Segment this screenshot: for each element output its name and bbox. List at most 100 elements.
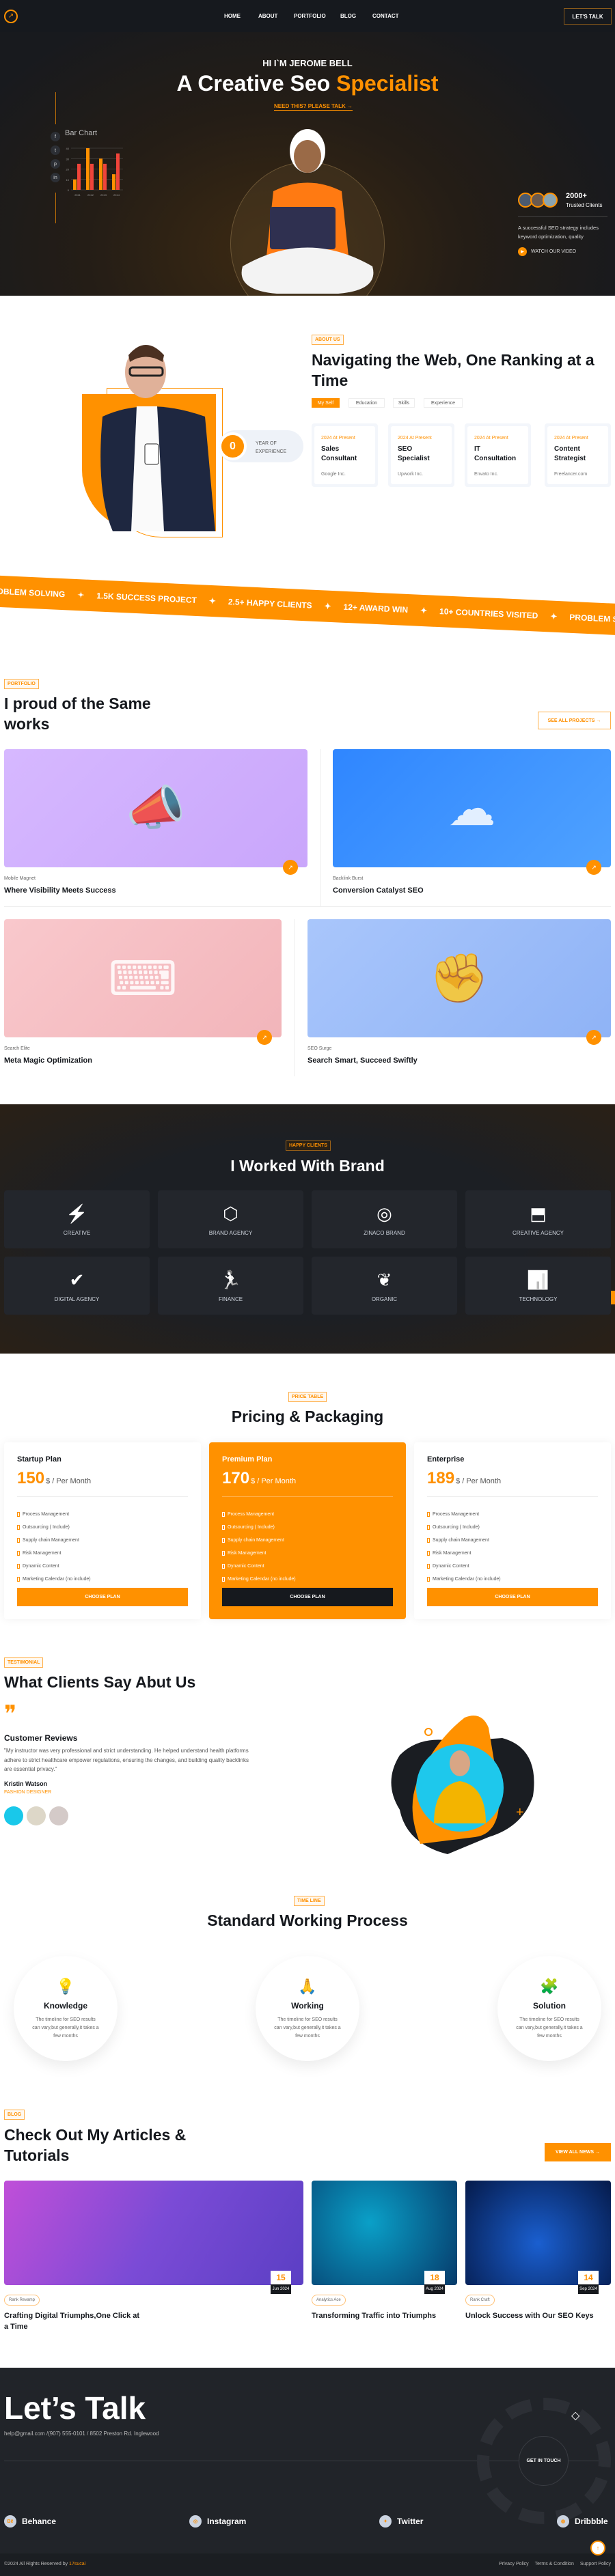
avatar[interactable] — [49, 1806, 68, 1825]
footer-links: Privacy Policy Terms & Condition Support… — [499, 2562, 611, 2566]
social-link-dribbble[interactable]: ◍ Dribbble — [557, 2515, 608, 2528]
date-month: Sep 2024 — [578, 2284, 599, 2294]
dribbble-icon: ◍ — [557, 2515, 569, 2528]
blog-image[interactable] — [312, 2181, 457, 2285]
feature-item: Supply chain Management — [17, 1534, 188, 1547]
get-in-touch-button[interactable]: GET IN TOUCH — [519, 2436, 569, 2486]
bar — [90, 163, 94, 190]
chart-logo-icon[interactable]: ↗ — [4, 10, 18, 23]
nav-home[interactable]: HOME — [224, 13, 241, 19]
feature-label: Risk Management — [228, 1551, 266, 1556]
portfolio-image[interactable]: ✊ — [308, 919, 611, 1037]
nav-about[interactable]: ABOUT — [258, 13, 277, 19]
feature-item: Marketing Calendar (no include) — [17, 1573, 188, 1586]
chart-title: Bar Chart — [65, 129, 98, 137]
x-tick-label: 2013 — [100, 193, 107, 197]
check-icon — [222, 1512, 225, 1517]
privacy-policy-link[interactable]: Privacy Policy — [499, 2562, 529, 2566]
hero-person-image — [241, 129, 374, 294]
see-all-projects-button[interactable]: SEE ALL PROJECTS → — [538, 712, 611, 729]
plan-name: Enterprise — [427, 1455, 465, 1464]
reviewer-name: Kristin Watson — [4, 1780, 48, 1787]
need-this-link[interactable]: NEED THIS? PLEASE TALK → — [274, 103, 353, 111]
arrow-button[interactable]: ↗ — [586, 1030, 601, 1045]
view-all-news-button[interactable]: VIEW ALL NEWS → — [545, 2143, 611, 2161]
plan-name: Premium Plan — [222, 1455, 273, 1464]
tab-my-self[interactable]: My Self — [312, 398, 340, 408]
arrow-button[interactable]: ↗ — [586, 860, 601, 875]
blog-category[interactable]: Rank Craft — [465, 2295, 495, 2306]
brand-logo-card[interactable]: ❦ ORGANIC — [312, 1257, 457, 1315]
pinterest-icon[interactable]: p — [51, 159, 60, 169]
brand-logo-card[interactable]: ⬒ CREATIVE AGENCY — [465, 1190, 611, 1248]
choose-plan-button[interactable]: CHOOSE PLAN — [222, 1588, 393, 1606]
nav-contact[interactable]: CONTACT — [372, 13, 399, 19]
social-link-twitter[interactable]: ✦ Twitter — [379, 2515, 423, 2528]
brand-logo-card[interactable]: ⬡ BRAND AGENCY — [158, 1190, 303, 1248]
portfolio-title-link[interactable]: Meta Magic Optimization — [4, 1056, 92, 1065]
social-link-instagram[interactable]: ◎ Instagram — [189, 2515, 246, 2528]
blog-image[interactable] — [465, 2181, 611, 2285]
linkedin-icon[interactable]: in — [51, 173, 60, 182]
tab-skills[interactable]: Skills — [393, 398, 415, 408]
footer-title: Let’s Talk — [4, 2390, 146, 2426]
arrow-button[interactable]: ↗ — [283, 860, 298, 875]
choose-plan-button[interactable]: CHOOSE PLAN — [17, 1588, 188, 1606]
nav-portfolio[interactable]: PORTFOLIO — [294, 13, 326, 19]
arrow-icon: → — [346, 103, 353, 109]
brand-logo-card[interactable]: ⚡ CREATIVE — [4, 1190, 150, 1248]
portfolio-image[interactable]: ☁ — [333, 749, 611, 867]
date-day: 14 — [578, 2271, 599, 2284]
blog-title-link[interactable]: Transforming Traffic into Triumphs — [312, 2310, 448, 2321]
feature-label: Risk Management — [23, 1551, 62, 1556]
process-title: Standard Working Process — [207, 1912, 408, 1929]
tab-experience[interactable]: Experience — [424, 398, 463, 408]
arrow-button[interactable]: ↗ — [257, 1030, 272, 1045]
nav-blog[interactable]: BLOG — [340, 13, 356, 19]
copyright-brand-link[interactable]: 17sucai — [69, 2562, 85, 2566]
blog-category[interactable]: Analytics Ace — [312, 2295, 346, 2306]
feature-label: Supply chain Management — [228, 1538, 284, 1543]
about-person-image — [100, 345, 215, 531]
step-text: The timeline for SEO results can vary,bu… — [274, 2017, 341, 2039]
portfolio-image[interactable]: 📣 — [4, 749, 308, 867]
social-link-behance[interactable]: Bē Behance — [4, 2515, 56, 2528]
blog-title-link[interactable]: Crafting Digital Triumphs,One Click at a… — [4, 2310, 141, 2332]
brand-logo-card[interactable]: 📊 TECHNOLOGY — [465, 1257, 611, 1315]
step-title: Knowledge — [43, 2001, 87, 2011]
twitter-icon[interactable]: t — [51, 145, 60, 155]
hands-icon: 🙏 — [298, 1978, 317, 1995]
portfolio-tag: PORTFOLIO — [4, 679, 39, 689]
divider-line — [518, 216, 607, 217]
terms-link[interactable]: Terms & Condition — [535, 2562, 574, 2566]
card-body: 2024 At Present Content Strategist Freelan… — [547, 426, 608, 484]
see-all-label: SEE ALL PROJECTS — [547, 718, 595, 723]
tab-education[interactable]: Education — [348, 398, 385, 408]
brands-tag: HAPPY CLIENTS — [286, 1140, 331, 1151]
scroll-top-button[interactable]: ↑ — [590, 2540, 605, 2556]
portfolio-title-link[interactable]: Where Visibility Meets Success — [4, 886, 116, 895]
blog-image[interactable] — [4, 2181, 303, 2285]
brand-logo-card[interactable]: 🏃 FINANCE — [158, 1257, 303, 1315]
watch-video-button[interactable]: ▶ WATCH OUR VIDEO — [518, 247, 576, 256]
price-value: 170 — [222, 1469, 250, 1487]
y-tick-label: 10 — [66, 178, 70, 182]
avatar[interactable] — [4, 1806, 23, 1825]
facebook-icon[interactable]: f — [51, 132, 60, 141]
sparkle-icon: ✦ — [208, 596, 217, 606]
lets-talk-button[interactable]: LET'S TALK — [564, 8, 612, 25]
brand-logo-card[interactable]: ✔ DIGITAL AGENCY — [4, 1257, 150, 1315]
blog-category[interactable]: Rank Revamp — [4, 2295, 40, 2306]
feature-label: Dynamic Content — [433, 1564, 469, 1569]
portfolio-image[interactable]: ⌨ — [4, 919, 282, 1037]
support-policy-link[interactable]: Support Policy — [580, 2562, 611, 2566]
price-period: $ / Per Month — [251, 1477, 297, 1485]
avatar[interactable] — [27, 1806, 46, 1825]
choose-plan-button[interactable]: CHOOSE PLAN — [427, 1588, 598, 1606]
blog-title-link[interactable]: Unlock Success with Our SEO Keys — [465, 2310, 602, 2321]
brand-logo-icon: 📊 — [527, 1269, 549, 1290]
feature-label: Marketing Calendar (no include) — [23, 1577, 91, 1582]
portfolio-title-link[interactable]: Search Smart, Succeed Swiftly — [308, 1056, 418, 1065]
portfolio-title-link[interactable]: Conversion Catalyst SEO — [333, 886, 424, 895]
brand-logo-card[interactable]: ◎ ZINACO BRAND — [312, 1190, 457, 1248]
